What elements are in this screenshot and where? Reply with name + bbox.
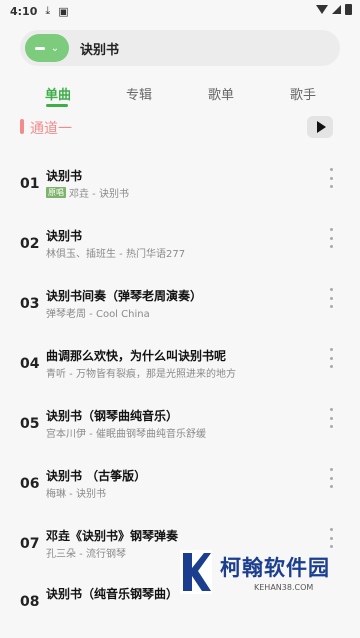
k-logo-icon — [180, 550, 212, 594]
song-number: 01 — [20, 176, 40, 192]
song-number: 05 — [20, 416, 40, 432]
more-options-icon[interactable] — [328, 288, 334, 308]
wifi-icon — [316, 5, 328, 14]
status-bar: 4:10 ⤓ ▣ — [0, 0, 360, 22]
source-toggle-button[interactable]: ⌄ — [25, 34, 69, 62]
channel-label: 通道一 — [30, 121, 72, 137]
song-row[interactable]: 02 诀别书 林俱玉、插班生 - 热门华语277 — [0, 220, 360, 280]
chevron-down-icon: ⌄ — [50, 42, 60, 54]
watermark-logo: 柯翰软件园 KEHAN38.COM — [178, 548, 360, 600]
song-title: 诀别书 （古筝版） — [46, 469, 147, 483]
search-input[interactable]: 诀别书 — [80, 39, 119, 58]
more-options-icon[interactable] — [328, 228, 334, 248]
song-number: 04 — [20, 356, 40, 372]
battery-icon — [345, 4, 352, 15]
song-row[interactable]: 04 曲调那么欢快，为什么叫诀别书呢 青听 - 万物皆有裂痕，那是光照进来的地方 — [0, 340, 360, 400]
song-artist-album: 孔三朵 - 流行钢琴 — [46, 549, 126, 560]
watermark-title: 柯翰软件园 — [220, 556, 330, 580]
notification-icon: ▣ — [58, 4, 69, 18]
song-title: 诀别书 — [46, 229, 83, 243]
song-number: 07 — [20, 536, 40, 552]
original-badge: 原唱 — [46, 187, 66, 198]
song-row[interactable]: 05 诀别书（钢琴曲纯音乐） 宫本川伊 - 催眠曲钢琴曲纯音乐舒缓 — [0, 400, 360, 460]
song-title: 诀别书 — [46, 169, 83, 183]
song-title: 诀别书间奏（弹琴老周演奏） — [46, 289, 203, 303]
tab-active-indicator — [46, 104, 68, 107]
song-number: 08 — [20, 594, 40, 610]
status-time: 4:10 — [10, 4, 38, 18]
search-bar[interactable]: ⌄ 诀别书 — [20, 30, 340, 66]
song-number: 03 — [20, 296, 40, 312]
more-options-icon[interactable] — [328, 408, 334, 428]
song-artist-album: 梅琳 - 诀别书 — [46, 489, 106, 500]
song-artist-album: 邓垚 - 诀别书 — [69, 189, 129, 200]
song-title: 邓垚《诀别书》钢琴弹奏 — [46, 529, 179, 543]
play-icon — [316, 121, 326, 133]
song-number: 02 — [20, 236, 40, 252]
song-artist-album: 林俱玉、插班生 - 热门华语277 — [46, 249, 186, 260]
signal-icon — [332, 5, 341, 14]
play-all-button[interactable] — [307, 116, 333, 138]
status-icons — [316, 4, 352, 15]
more-options-icon[interactable] — [328, 348, 334, 368]
song-artist-album: 宫本川伊 - 催眠曲钢琴曲纯音乐舒缓 — [46, 429, 206, 440]
tab-albums[interactable]: 专辑 — [109, 84, 169, 103]
song-title: 曲调那么欢快，为什么叫诀别书呢 — [46, 349, 227, 363]
song-row[interactable]: 06 诀别书 （古筝版） 梅琳 - 诀别书 — [0, 460, 360, 520]
song-row[interactable]: 01 诀别书 原唱 邓垚 - 诀别书 — [0, 160, 360, 220]
tab-artists[interactable]: 歌手 — [273, 84, 333, 103]
more-options-icon[interactable] — [328, 468, 334, 488]
song-number: 06 — [20, 476, 40, 492]
tab-playlists[interactable]: 歌单 — [191, 84, 251, 103]
dash-icon — [34, 46, 45, 50]
more-options-icon[interactable] — [328, 528, 334, 548]
watermark-url: KEHAN38.COM — [254, 583, 314, 592]
song-artist-album: 弹琴老周 - Cool China — [46, 309, 150, 320]
song-title: 诀别书（纯音乐钢琴曲） — [46, 587, 179, 601]
download-icon: ⤓ — [45, 4, 51, 17]
song-subtitle: 原唱 邓垚 - 诀别书 — [46, 185, 129, 200]
song-title: 诀别书（钢琴曲纯音乐） — [46, 409, 179, 423]
more-options-icon[interactable] — [328, 168, 334, 188]
tab-singles[interactable]: 单曲 — [28, 84, 88, 103]
song-row[interactable]: 03 诀别书间奏（弹琴老周演奏） 弹琴老周 - Cool China — [0, 280, 360, 340]
song-artist-album: 青听 - 万物皆有裂痕，那是光照进来的地方 — [46, 369, 236, 380]
channel-marker — [20, 119, 24, 134]
